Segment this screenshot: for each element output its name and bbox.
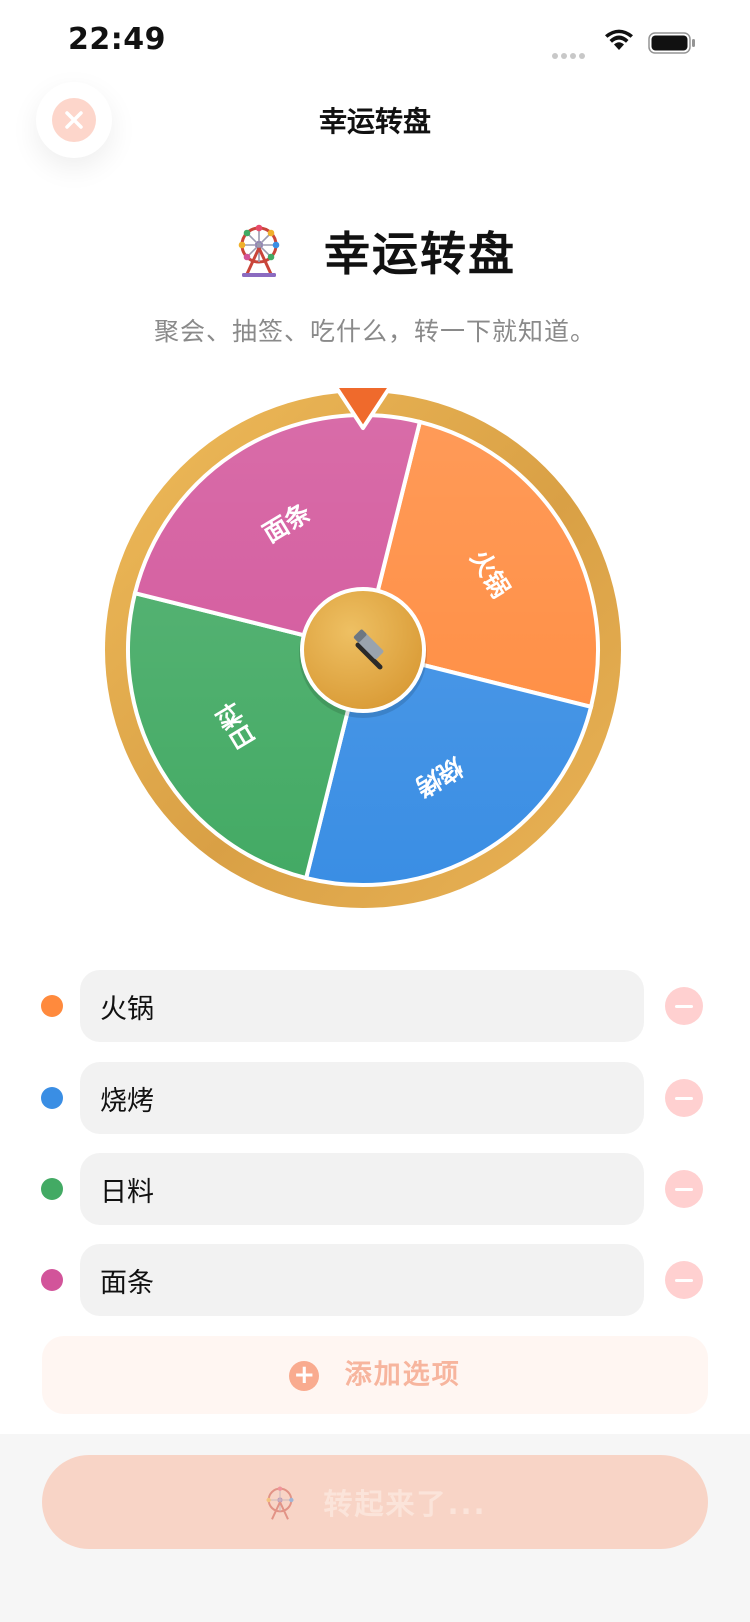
remove-option-button[interactable] <box>665 987 703 1025</box>
spin-button-label: 转起来了... <box>323 1487 487 1521</box>
option-row <box>0 970 750 1042</box>
remove-option-button[interactable] <box>665 1261 703 1299</box>
battery-icon <box>648 32 695 54</box>
option-row <box>0 1153 750 1225</box>
status-bar: 22:49 <box>0 0 750 84</box>
wifi-icon <box>605 29 633 50</box>
remove-option-button[interactable] <box>665 1170 703 1208</box>
add-option-label: 添加选项 <box>344 1359 461 1391</box>
option-input[interactable] <box>80 1244 644 1316</box>
option-color-dot <box>41 1269 63 1291</box>
option-row <box>0 1244 750 1316</box>
option-color-dot <box>41 995 63 1017</box>
status-time: 22:49 <box>68 22 166 57</box>
option-input[interactable] <box>80 970 644 1042</box>
status-icons <box>552 28 702 59</box>
ferris-wheel-icon <box>238 224 280 277</box>
hero-title: 幸运转盘 <box>324 227 516 281</box>
remove-option-button[interactable] <box>665 1079 703 1117</box>
option-input[interactable] <box>80 1062 644 1134</box>
option-color-dot <box>41 1178 63 1200</box>
option-color-dot <box>41 1087 63 1109</box>
ferris-wheel-icon <box>266 1486 294 1520</box>
add-option-button[interactable]: + 添加选项 <box>42 1336 708 1414</box>
spin-button[interactable]: 转起来了... <box>42 1455 708 1549</box>
lucky-wheel[interactable]: 火锅烧烤日料面条 <box>105 388 645 928</box>
plus-circle-icon: + <box>289 1360 320 1391</box>
nav-title: 幸运转盘 <box>318 105 431 138</box>
option-row <box>0 1062 750 1134</box>
signal-icon <box>552 44 588 63</box>
subtitle: 聚会、抽签、吃什么，转一下就知道。 <box>153 317 596 346</box>
option-input[interactable] <box>80 1153 644 1225</box>
hero-heading: 幸运转盘 <box>0 218 750 284</box>
